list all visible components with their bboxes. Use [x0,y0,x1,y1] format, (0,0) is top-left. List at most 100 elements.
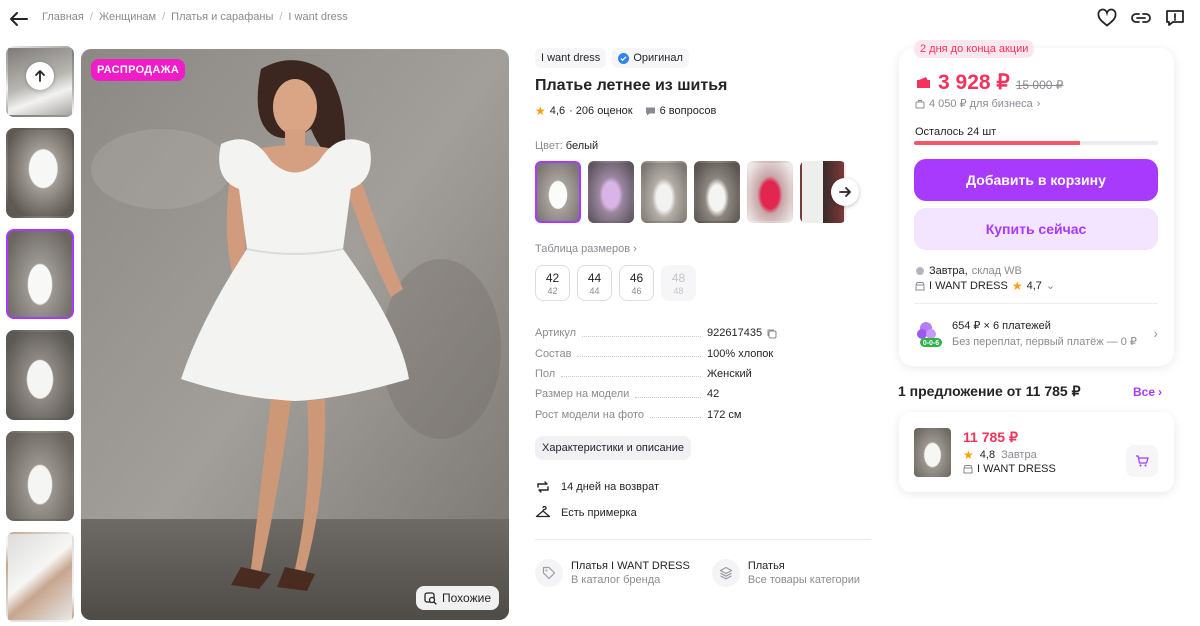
link-icon[interactable] [1130,7,1152,29]
all-offers-link[interactable]: Все › [1133,385,1162,399]
original-chip[interactable]: Оригинал [612,48,689,68]
seller-rating: 4,7 [1026,279,1042,292]
main-product-photo[interactable]: РАСПРОДАЖА Похожие [81,49,509,620]
color-variant[interactable] [641,161,687,223]
chevron-right-icon: › [1158,385,1163,399]
offer-seller: I WANT DRESS [963,463,1056,475]
return-policy-label: 14 дней на возврат [561,480,659,493]
variants-next-button[interactable] [831,178,859,206]
stock-left: Осталось 24 шт [915,126,997,138]
layers-icon [711,558,740,587]
tag-icon [535,558,563,587]
size-eu: 44 [589,286,600,296]
size-option-42[interactable]: 42 42 [535,265,570,301]
sale-badge: РАСПРОДАЖА [91,59,186,81]
thumbnail[interactable] [6,128,74,218]
spec-row: Пол Женский [535,364,875,384]
back-arrow-icon[interactable] [8,8,30,30]
breadcrumb-item[interactable]: Женщинам [99,11,156,23]
specs-list: Артикул 922617435 Состав 100% хлопок Пол… [535,323,875,425]
breadcrumb-item[interactable]: I want dress [288,11,347,23]
brand-name: I want dress [541,52,601,64]
size-table-link[interactable]: Таблица размеров › [535,243,875,255]
thumbnail[interactable] [6,229,74,319]
star-icon: ★ [1011,278,1023,293]
size-ru: 46 [629,271,644,285]
globe-icon [916,266,924,275]
offer-seller-name: I WANT DRESS [977,463,1056,475]
shop-icon [915,281,925,290]
offer-image [914,428,951,477]
offer-card[interactable]: 11 785 ₽ ★ 4,8 Завтра I WANT DRESS [899,412,1174,492]
color-variant[interactable] [588,161,634,223]
size-table-label: Таблица размеров [535,243,631,255]
installment-offer[interactable]: 0-0-6 654 ₽ × 6 платежей Без переплат, п… [914,318,1158,348]
installment-title: 654 ₽ × 6 платежей [952,319,1051,332]
stock-progress-fill [914,141,1080,145]
spec-row: Состав 100% хлопок [535,343,875,363]
thumbnail[interactable] [6,431,74,521]
brand-catalog-sub: В каталог бренда [571,573,661,586]
thumbnail[interactable] [6,330,74,420]
color-variant[interactable] [747,161,793,223]
chevron-right-icon: › [1153,325,1158,341]
size-option-44[interactable]: 44 44 [577,265,612,301]
size-eu: 42 [547,286,558,296]
questions-count[interactable]: 6 вопросов [660,105,717,117]
size-ru: 48 [671,271,686,285]
breadcrumb-item[interactable]: Платья и сарафаны [171,11,273,23]
size-ru: 42 [545,271,560,285]
characteristics-button[interactable]: Характеристики и описание [535,435,691,460]
category-link[interactable]: Платья Все товары категории [711,558,860,587]
color-variant-white[interactable] [535,161,581,223]
spec-value: 172 см [707,408,742,421]
seller-name: I WANT DRESS [929,279,1008,292]
buy-panel: 3 928 ₽ 15 000 ₽ 4 050 ₽ для бизнеса › О… [899,48,1174,366]
rating-value: 4,6 [549,105,566,117]
offer-rating: 4,8 [979,449,996,461]
brand-catalog-link[interactable]: Платья I WANT DRESS В каталог бренда [535,558,690,587]
report-icon[interactable] [1164,7,1186,29]
reviews-count: · 206 оценок [569,105,633,117]
spec-key: Рост модели на фото [535,408,645,421]
heart-icon[interactable] [1096,7,1118,29]
star-icon: ★ [535,104,546,118]
offer-meta: ★ 4,8 Завтра [963,448,1037,462]
return-arrows-icon [537,481,549,493]
spec-key: Артикул [535,327,577,340]
color-variants [535,161,875,223]
business-price[interactable]: 4 050 ₽ для бизнеса › [915,97,1040,110]
divider [914,303,1158,304]
fitting-label: Есть примерка [561,506,637,519]
size-option-46[interactable]: 46 46 [619,265,654,301]
spec-value: 100% хлопок [707,347,774,360]
add-to-cart-button[interactable]: Добавить в корзину [914,159,1158,201]
chevron-down-icon: ⌄ [1045,280,1056,292]
brand-chip[interactable]: I want dress [535,48,607,68]
breadcrumb: Главная / Женщинам / Платья и сарафаны / I wan… [42,11,348,23]
current-price: 3 928 ₽ [938,71,1010,94]
promo-badge: 2 дня до конца акции [914,40,1035,58]
spec-value: 922617435 [707,327,763,340]
installment-sub: Без переплат, первый платёж — 0 ₽ [952,335,1137,348]
rating-row[interactable]: ★ 4,6 · 206 оценок 6 вопросов [535,104,875,118]
price-row: 3 928 ₽ 15 000 ₽ [915,70,1063,95]
color-value: белый [565,140,599,152]
all-offers-label: Все [1133,385,1156,399]
color-variant[interactable] [694,161,740,223]
old-price: 15 000 ₽ [1015,77,1064,92]
seller-row[interactable]: I WANT DRESS ★ 4,7 ⌄ [915,278,1055,293]
offer-add-to-cart-button[interactable] [1126,445,1158,477]
thumbnail[interactable] [6,532,74,622]
size-eu: 48 [673,286,684,296]
spec-row: Размер на модели 42 [535,384,875,404]
scroll-up-button[interactable] [26,62,54,90]
buy-now-button[interactable]: Купить сейчас [914,208,1158,250]
spec-key: Состав [535,347,572,360]
size-eu: 46 [631,286,642,296]
breadcrumb-item[interactable]: Главная [42,11,84,23]
color-label: Цвет: белый [535,140,875,152]
product-title: Платье летнее из шитья [535,77,728,94]
copy-icon[interactable] [766,328,777,339]
similar-button[interactable]: Похожие [416,586,499,610]
